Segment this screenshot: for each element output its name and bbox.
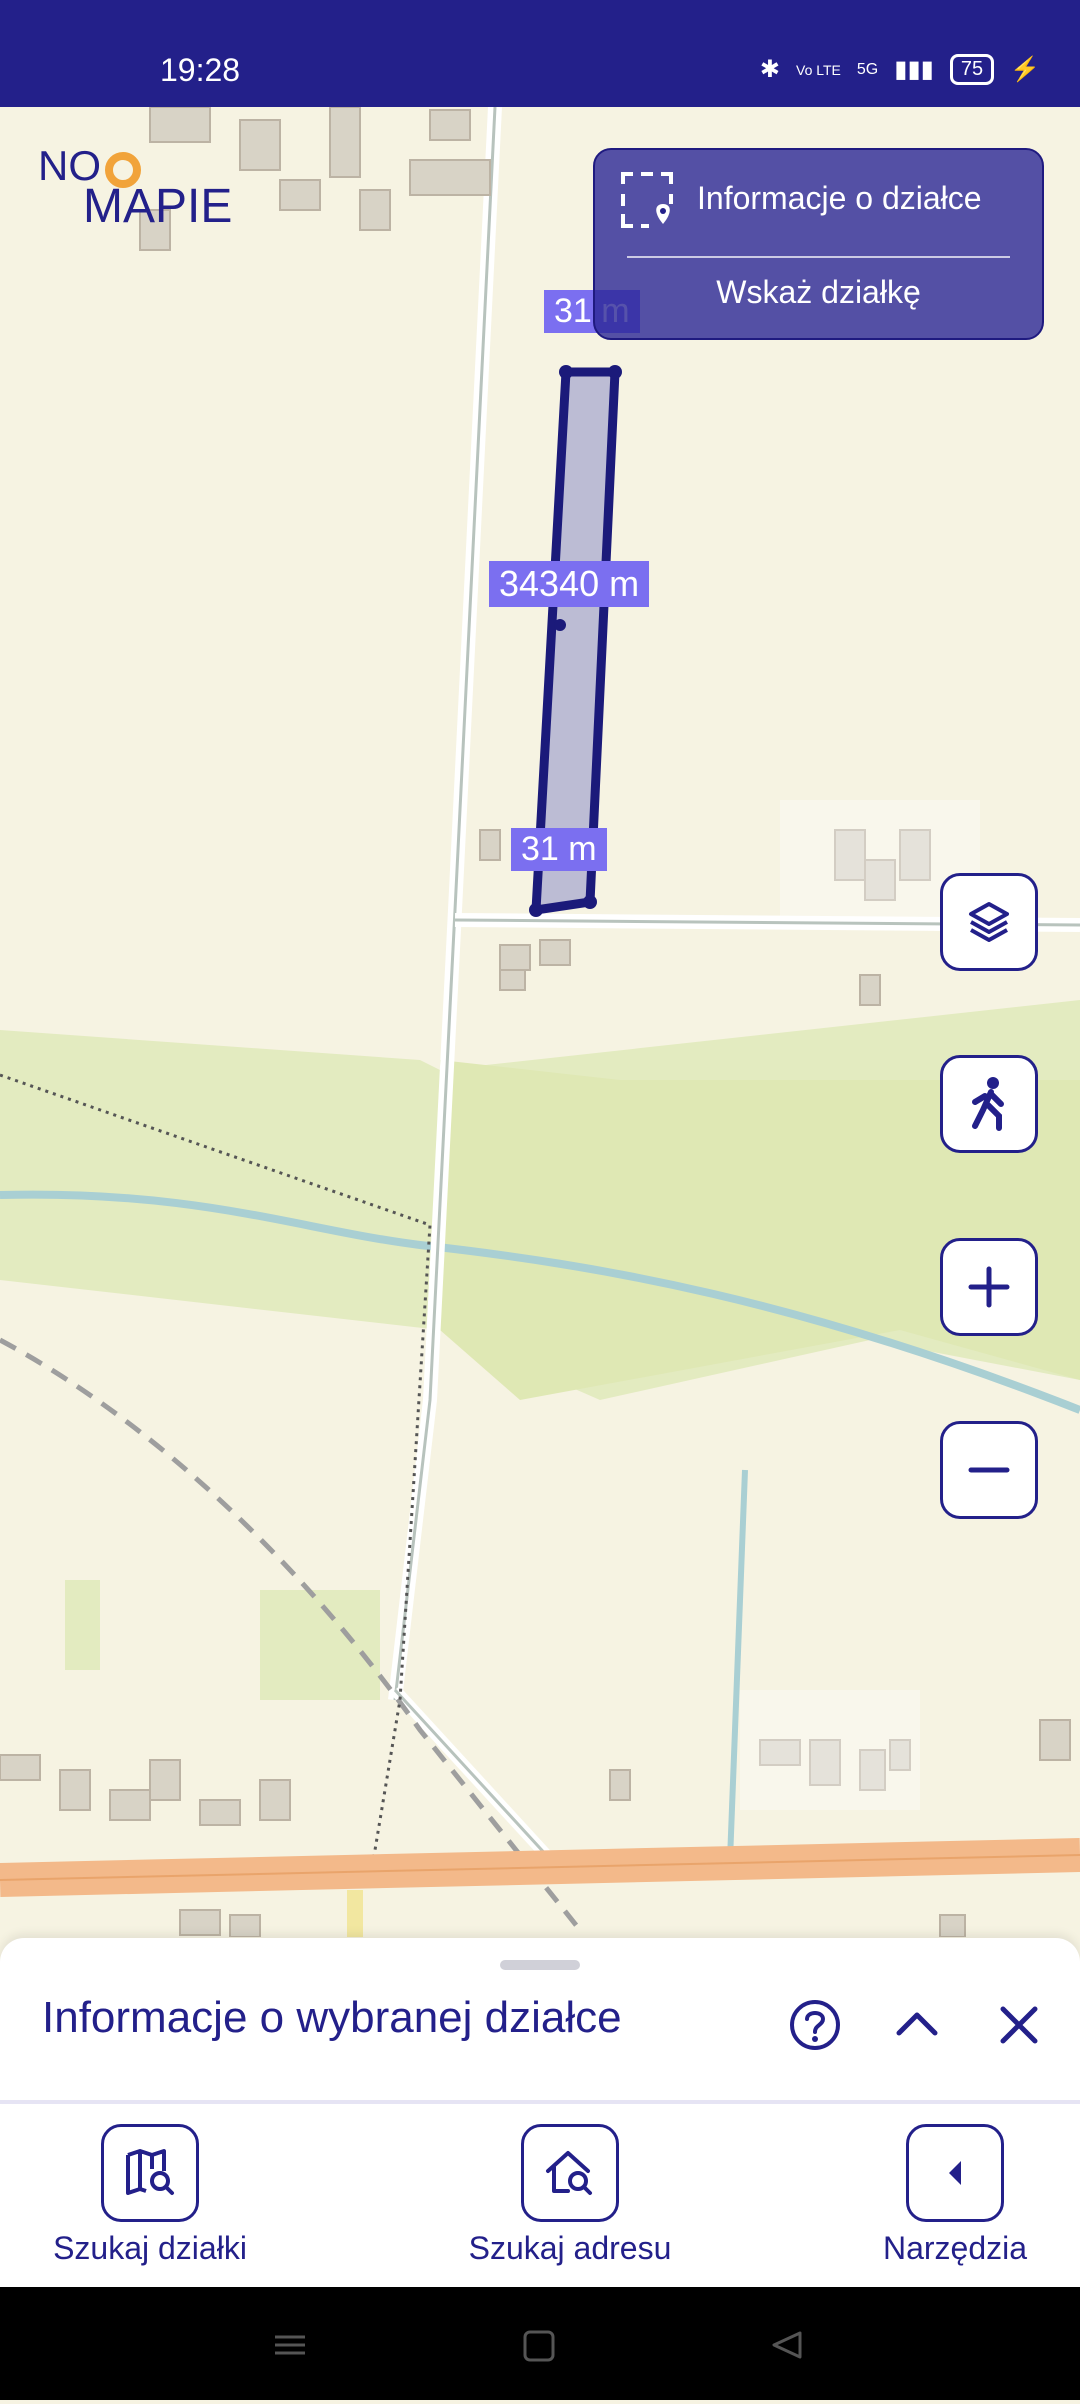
system-navigation-bar xyxy=(0,2287,1080,2400)
nav-search-address-label: Szukaj adresu xyxy=(468,2230,672,2266)
expand-sheet-button[interactable] xyxy=(886,1994,948,2056)
parcel-info-sheet: Informacje o wybranej działce xyxy=(0,1938,1080,2103)
close-icon xyxy=(1000,2006,1038,2044)
home-icon[interactable] xyxy=(523,2330,555,2362)
select-parcel-button[interactable]: Wskaż działkę xyxy=(595,274,1042,311)
nav-search-address[interactable]: Szukaj adresu xyxy=(440,2124,700,2267)
layers-icon xyxy=(969,902,1009,942)
zoom-in-button[interactable] xyxy=(940,1238,1038,1336)
parcel-info-button[interactable]: Informacje o działce xyxy=(595,150,1042,250)
measure-label-side: 34340 m xyxy=(489,561,650,607)
charging-icon: ⚡ xyxy=(1010,56,1040,83)
nav-search-parcel-label: Szukaj działki xyxy=(53,2230,247,2266)
nav-search-parcel[interactable]: Szukaj działki xyxy=(40,2124,260,2267)
map-search-icon xyxy=(126,2149,174,2195)
sheet-title: Informacje o wybranej działce xyxy=(42,1993,622,2042)
parcel-select-icon xyxy=(621,172,673,228)
signal-icon: ▮▮▮ xyxy=(894,56,934,83)
nav-search-parcel-icon-box[interactable] xyxy=(101,2124,199,2222)
bottom-navigation: Szukaj działki Szukaj adresu Narzędzia xyxy=(0,2104,1080,2287)
layers-button[interactable] xyxy=(940,873,1038,971)
bluetooth-icon: ✱ xyxy=(759,56,780,83)
map-canvas xyxy=(0,107,1080,1937)
nav-tools-icon-box[interactable] xyxy=(906,2124,1004,2222)
zoom-out-button[interactable] xyxy=(940,1421,1038,1519)
battery-indicator: 75 xyxy=(949,54,995,85)
nav-tools-label: Narzędzia xyxy=(882,2230,1028,2266)
status-icons: ✱ Vo LTE 5G ▮▮▮ 75 ⚡ xyxy=(760,54,1040,85)
walking-person-icon xyxy=(972,1077,1004,1131)
minus-icon xyxy=(968,1467,1010,1473)
parcel-info-label: Informacje o działce xyxy=(697,180,982,216)
logo-line2: MAPIE xyxy=(83,180,232,233)
sheet-drag-handle[interactable] xyxy=(500,1960,580,1970)
help-button[interactable] xyxy=(784,1994,846,2056)
recent-apps-icon[interactable] xyxy=(275,2335,305,2355)
status-time: 19:28 xyxy=(160,52,241,88)
nav-tools[interactable]: Narzędzia xyxy=(860,2124,1050,2267)
status-bar: 19:28 ✱ Vo LTE 5G ▮▮▮ 75 ⚡ xyxy=(0,0,1080,107)
help-icon xyxy=(790,2000,840,2050)
measure-label-bottom: 31 m xyxy=(511,828,607,871)
panel-divider xyxy=(627,256,1010,258)
chevron-left-icon xyxy=(949,2161,961,2185)
back-icon[interactable] xyxy=(772,2331,802,2359)
walking-mode-button[interactable] xyxy=(940,1055,1038,1153)
home-search-icon xyxy=(546,2151,592,2195)
app-logo: NO MAPIE xyxy=(38,140,278,240)
nav-search-address-icon-box[interactable] xyxy=(521,2124,619,2222)
chevron-up-icon xyxy=(896,2012,938,2036)
map-view[interactable]: 31 m 34340 m 31 m xyxy=(0,107,1080,1937)
volte-icon: Vo LTE xyxy=(796,61,841,78)
network-5g-label: 5G xyxy=(856,60,879,78)
parcel-info-panel: Informacje o działce Wskaż działkę xyxy=(593,148,1044,340)
close-sheet-button[interactable] xyxy=(988,1994,1050,2056)
plus-icon xyxy=(968,1266,1010,1308)
